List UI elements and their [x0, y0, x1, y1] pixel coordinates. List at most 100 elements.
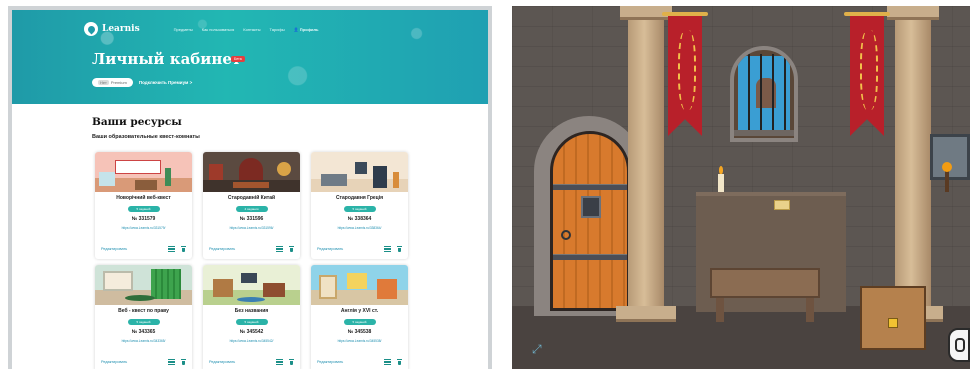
quest-card[interactable]: Без названия 5 заданий № 345542 https://…: [203, 265, 300, 369]
trash-icon[interactable]: [289, 359, 294, 365]
edit-link[interactable]: Редактировать: [209, 247, 276, 251]
plan-tag: Нет: [98, 80, 109, 85]
trash-icon[interactable]: [289, 246, 294, 252]
quest-url-link[interactable]: https://www.Learnis.ru/331596/: [203, 226, 300, 230]
quest-number: № 345538: [347, 329, 372, 335]
quest-card[interactable]: Стародавня Греція 5 заданий № 338364 htt…: [311, 152, 408, 259]
nav-link-contacts[interactable]: Контакты: [243, 27, 260, 32]
trash-icon[interactable]: [397, 246, 402, 252]
page-title: Личный кабинет: [92, 50, 242, 68]
list-icon[interactable]: [168, 246, 175, 252]
quest-thumbnail[interactable]: [311, 265, 408, 305]
quest-card[interactable]: Веб - квест по праву 5 заданий № 343365 …: [95, 265, 192, 369]
quest-thumbnail[interactable]: [203, 152, 300, 192]
edit-link[interactable]: Редактировать: [101, 247, 168, 251]
quest-card[interactable]: Англія у XVI ст. 5 заданий № 345538 http…: [311, 265, 408, 369]
quest-number: № 338364: [347, 216, 372, 222]
torch-flame: [942, 162, 952, 172]
fullscreen-icon[interactable]: ⤢: [532, 342, 546, 356]
scroll[interactable]: [774, 200, 790, 210]
banner-rod: [844, 12, 890, 16]
quest-card[interactable]: Новорічний веб-квест 5 заданий № 331579 …: [95, 152, 192, 259]
trash-icon[interactable]: [397, 359, 402, 365]
candle[interactable]: [718, 174, 724, 192]
quest-thumbnail[interactable]: [203, 265, 300, 305]
tasks-badge: 5 заданий: [127, 319, 160, 325]
red-banner[interactable]: [668, 16, 702, 136]
list-icon[interactable]: [384, 246, 391, 252]
connect-premium-link[interactable]: Подключить Премиум >: [139, 80, 192, 85]
quest-number: № 331596: [239, 216, 264, 222]
hero-banner: Learnis Предметы Как пользоваться Контак…: [12, 10, 488, 104]
tasks-badge: 5 заданий: [343, 206, 376, 212]
escape-room-scene: ⤢: [512, 6, 970, 369]
card-actions: Редактировать: [209, 246, 294, 252]
red-banner[interactable]: [850, 16, 884, 136]
edit-link[interactable]: Редактировать: [317, 247, 384, 251]
tasks-badge: 5 заданий: [235, 319, 268, 325]
plan-pill: Нет Premium: [92, 78, 133, 87]
list-icon[interactable]: [168, 359, 175, 365]
quest-title: Стародавній Китай: [227, 195, 276, 201]
treasure-chest[interactable]: [860, 286, 926, 350]
resources-title: Ваши ресурсы: [92, 116, 182, 128]
nav-link-profile[interactable]: 👤 Профиль: [294, 27, 319, 32]
nav-link-tariffs[interactable]: Тарифы: [270, 27, 285, 32]
logo-text[interactable]: Learnis: [102, 24, 140, 34]
wall-panel[interactable]: [930, 134, 970, 180]
beta-badge: Бета: [231, 56, 245, 62]
list-icon[interactable]: [384, 359, 391, 365]
card-actions: Редактировать: [209, 359, 294, 365]
quest-title: Новорічний веб-квест: [116, 195, 171, 201]
subscription-row: Нет Premium Подключить Премиум >: [92, 78, 192, 87]
nav-links: Предметы Как пользоваться Контакты Тариф…: [174, 27, 319, 32]
quest-title: Без названия: [234, 308, 269, 314]
wooden-door[interactable]: [550, 131, 630, 311]
candle-flame: [719, 166, 723, 174]
wooden-bench[interactable]: [710, 268, 820, 298]
tasks-badge: 4 задания: [235, 206, 268, 212]
quest-thumbnail[interactable]: [95, 265, 192, 305]
card-actions: Редактировать: [101, 246, 186, 252]
card-actions: Редактировать: [101, 359, 186, 365]
quest-number: № 345542: [239, 329, 264, 335]
quest-title: Веб - квест по праву: [118, 308, 169, 314]
top-navigation: Learnis Предметы Как пользоваться Контак…: [84, 22, 414, 36]
edit-link[interactable]: Редактировать: [317, 360, 384, 364]
profile-screenshot: Learnis Предметы Как пользоваться Контак…: [8, 6, 492, 369]
nav-link-how-to-use[interactable]: Как пользоваться: [202, 27, 234, 32]
quest-url-link[interactable]: https://www.Learnis.ru/345542/: [203, 339, 300, 343]
card-actions: Редактировать: [317, 246, 402, 252]
pillar-capital: [887, 6, 939, 20]
edit-link[interactable]: Редактировать: [209, 360, 276, 364]
quest-number: № 343365: [131, 329, 156, 335]
tasks-badge: 5 заданий: [127, 206, 160, 212]
quest-title: Англія у XVI ст.: [340, 308, 379, 314]
tasks-badge: 5 заданий: [343, 319, 376, 325]
backpack-icon[interactable]: [948, 328, 970, 362]
nav-link-subjects[interactable]: Предметы: [174, 27, 193, 32]
trash-icon[interactable]: [181, 359, 186, 365]
chest-lock-icon[interactable]: [888, 318, 898, 328]
stone-pillar: [628, 20, 664, 320]
quest-url-link[interactable]: https://www.Learnis.ru/345538/: [311, 339, 408, 343]
quest-number: № 331579: [131, 216, 156, 222]
list-icon[interactable]: [276, 359, 283, 365]
torch[interactable]: [945, 170, 949, 192]
quest-url-link[interactable]: https://www.Learnis.ru/331579/: [95, 226, 192, 230]
edit-link[interactable]: Редактировать: [101, 360, 168, 364]
quest-thumbnail[interactable]: [311, 152, 408, 192]
barred-window[interactable]: [730, 46, 798, 142]
profile-page: Learnis Предметы Как пользоваться Контак…: [12, 10, 488, 369]
quest-thumbnail[interactable]: [95, 152, 192, 192]
quest-card[interactable]: Стародавній Китай 4 задания № 331596 htt…: [203, 152, 300, 259]
stone-pillar: [895, 20, 931, 320]
quest-url-link[interactable]: https://www.Learnis.ru/338364/: [311, 226, 408, 230]
quest-url-link[interactable]: https://www.Learnis.ru/343365/: [95, 339, 192, 343]
card-actions: Редактировать: [317, 359, 402, 365]
trash-icon[interactable]: [181, 246, 186, 252]
learnis-logo-icon[interactable]: [84, 22, 98, 36]
list-icon[interactable]: [276, 246, 283, 252]
pillar-base: [616, 306, 676, 322]
quest-title: Стародавня Греція: [335, 195, 384, 201]
